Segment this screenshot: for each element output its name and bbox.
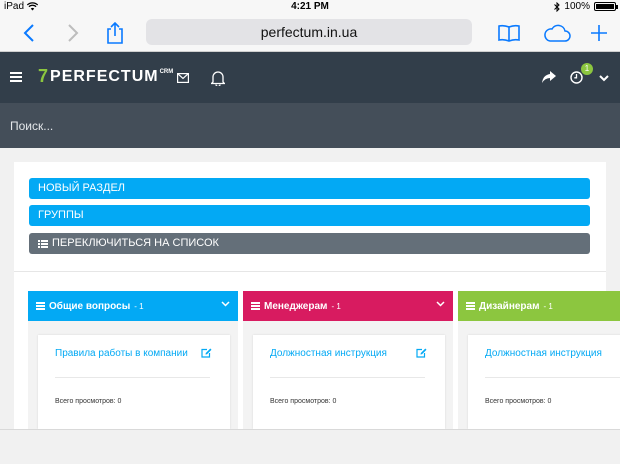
chevron-down-icon[interactable] [221,301,230,307]
forward-icon [68,24,79,42]
address-bar[interactable]: perfectum.in.ua [146,19,472,45]
browser-toolbar: perfectum.in.ua [0,14,620,52]
icloud-tabs-button[interactable] [542,20,572,46]
logo-mark-icon: 7 [38,66,50,86]
app-header: 7 PERFECTUM CRM [0,52,620,103]
drag-handle-icon [466,302,475,310]
article-card: Должностная инструкция Всего просмотров:… [468,335,620,429]
groups-button[interactable]: ГРУППЫ [29,205,590,226]
kanban-column: Менеджерам - 1 Должностная инструкция Вс… [243,291,453,429]
card-divider [270,377,425,378]
screen: iPad 4:21 PM 100% perfectum.in.ua 7 PERF… [0,0,620,464]
notification-badge: 1 [581,63,593,75]
column-count: - 1 [331,301,341,311]
bell-icon[interactable] [211,70,225,86]
chevron-down-icon[interactable] [599,75,609,82]
drag-handle-icon [251,302,260,310]
new-section-label: НОВЫЙ РАЗДЕЛ [38,182,126,194]
clock: 4:21 PM [291,1,329,12]
logo-sup: CRM [159,69,174,75]
battery-percent: 100% [564,1,590,12]
battery-icon [594,2,618,11]
battery-fill [596,4,614,9]
card-divider [485,377,620,378]
edit-icon[interactable] [201,348,212,358]
search-bar [0,103,620,148]
view-count: Всего просмотров: 0 [270,398,337,405]
share-button[interactable] [102,20,128,46]
bookmarks-icon [498,24,520,42]
article-link[interactable]: Правила работы в компании [55,348,188,359]
kanban-board: Общие вопросы - 1 Правила работы в компа… [28,291,620,429]
article-card: Должностная инструкция Всего просмотров:… [253,335,445,429]
new-tab-icon [591,25,607,41]
kanban-column: Дизайнерам - 1 Должностная инструкция Вс… [458,291,620,429]
mail-icon[interactable] [177,73,189,83]
view-count: Всего просмотров: 0 [55,398,122,405]
column-header[interactable]: Общие вопросы - 1 [28,291,238,321]
column-count: - 1 [134,301,144,311]
column-header[interactable]: Дизайнерам - 1 [458,291,620,321]
kanban-column: Общие вопросы - 1 Правила работы в компа… [28,291,238,429]
article-card: Правила работы в компании Всего просмотр… [38,335,230,429]
switch-to-list-label: ПЕРЕКЛЮЧИТЬСЯ НА СПИСОК [52,237,219,249]
edit-icon[interactable] [416,348,427,358]
cloud-icon [544,24,571,42]
switch-to-list-button[interactable]: ПЕРЕКЛЮЧИТЬСЯ НА СПИСОК [29,233,590,254]
search-input[interactable] [0,103,580,148]
share-icon [107,22,123,44]
list-icon [38,239,48,248]
column-title: Менеджерам [264,300,328,312]
forward-button[interactable] [60,20,86,46]
logo-text: PERFECTUM [50,68,159,85]
divider [14,271,606,272]
article-link[interactable]: Должностная инструкция [485,348,602,359]
status-bar: iPad 4:21 PM 100% [0,0,620,14]
column-title: Общие вопросы [49,300,131,312]
logo[interactable]: 7 PERFECTUM CRM [38,66,174,86]
back-icon [23,24,34,42]
browser-bottom-area [0,429,620,464]
groups-label: ГРУППЫ [38,209,84,221]
column-title: Дизайнерам [479,300,540,312]
view-count: Всего просмотров: 0 [485,398,552,405]
timer-icon[interactable] [570,71,583,84]
article-link[interactable]: Должностная инструкция [270,348,387,359]
drag-handle-icon [36,302,45,310]
bluetooth-icon [554,1,561,12]
new-tab-button[interactable] [586,20,612,46]
column-header[interactable]: Менеджерам - 1 [243,291,453,321]
bookmarks-button[interactable] [496,20,522,46]
menu-icon[interactable] [10,72,22,82]
column-count: - 1 [543,301,553,311]
back-button[interactable] [16,20,42,46]
share-arrow-icon[interactable] [542,70,556,84]
chevron-down-icon[interactable] [436,301,445,307]
card-divider [55,377,210,378]
new-section-button[interactable]: НОВЫЙ РАЗДЕЛ [29,178,590,199]
